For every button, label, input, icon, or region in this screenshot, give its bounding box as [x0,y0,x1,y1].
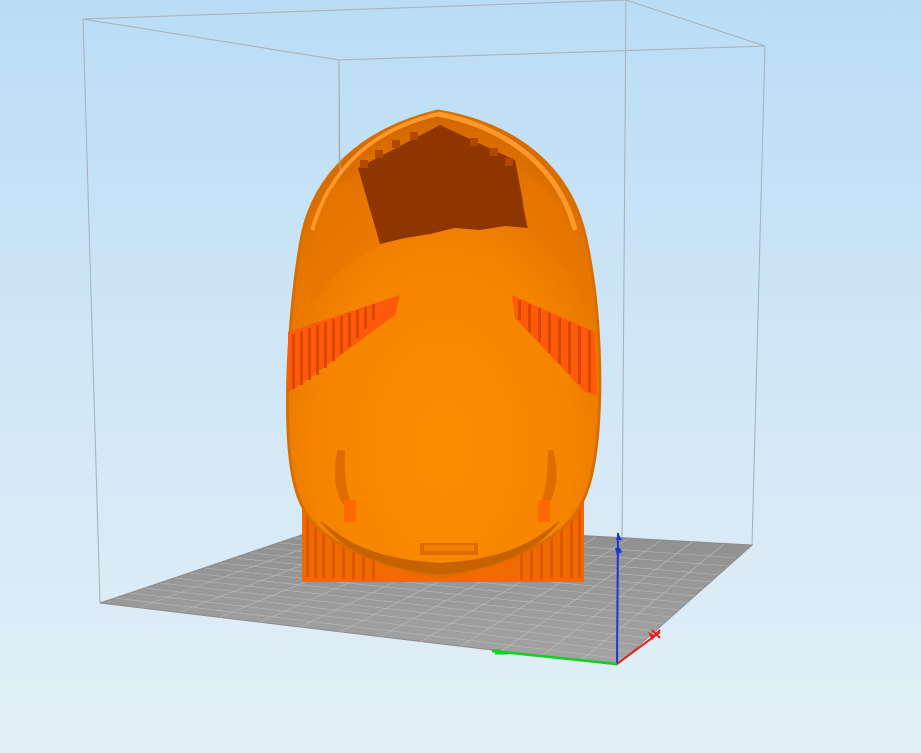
3d-viewport[interactable] [0,0,921,753]
scene-canvas[interactable] [0,0,921,753]
model[interactable] [286,109,602,579]
